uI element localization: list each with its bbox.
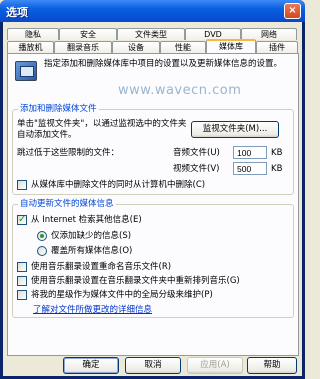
close-button[interactable]: ×	[284, 3, 301, 19]
apply-button[interactable]: 应用(A)	[187, 357, 243, 374]
add-remove-group-title: 添加和删除媒体文件	[18, 104, 99, 115]
monitor-folders-text: 单击"监视文件夹"，以通过监视选中的文件夹自动添加文件。	[17, 119, 187, 140]
retrieve-internet-checkbox[interactable]	[17, 214, 27, 225]
overwrite-all-label[interactable]: 覆盖所有媒体信息(O)	[51, 246, 132, 256]
dialog-title: 选项	[6, 6, 28, 19]
rearrange-music-label[interactable]: 使用音乐翻录设置在音乐翻录文件夹中重新排列音乐(G)	[31, 276, 240, 286]
audio-unit: KB	[271, 148, 283, 158]
video-files-label: 视频文件(V)	[173, 164, 220, 174]
options-dialog: 选项 × 隐私 安全 文件类型 DVD 网络 播放机 翻录音乐 设备 性能 媒体…	[0, 0, 305, 379]
rename-files-label[interactable]: 使用音乐翻录设置重命名音乐文件(R)	[31, 262, 171, 272]
watermark-text: www.wavecn.com	[118, 83, 242, 98]
tab-security[interactable]: 安全	[59, 28, 117, 40]
video-size-input[interactable]	[233, 162, 267, 175]
monitor-folders-button[interactable]: 监视文件夹(M)...	[191, 121, 279, 138]
tab-file-types[interactable]: 文件类型	[117, 28, 185, 40]
tab-privacy[interactable]: 隐私	[7, 28, 59, 40]
tab-library[interactable]: 媒体库	[206, 39, 256, 53]
title-bar[interactable]: 选项 ×	[0, 0, 305, 22]
audio-size-input[interactable]	[233, 146, 267, 159]
tab-devices[interactable]: 设备	[112, 41, 160, 53]
delete-from-computer-checkbox[interactable]	[17, 180, 27, 190]
retrieve-internet-label[interactable]: 从 Internet 检索其他信息(E)	[31, 215, 142, 225]
tab-performance[interactable]: 性能	[160, 41, 206, 53]
overwrite-all-radio[interactable]	[37, 246, 47, 256]
tab-plugins[interactable]: 插件	[256, 41, 298, 53]
auto-update-group-title: 自动更新文件的媒体信息	[18, 199, 116, 210]
tab-rip-music[interactable]: 翻录音乐	[54, 41, 112, 53]
library-tab-panel: 指定添加和删除媒体库中项目的设置以及更新媒体信息的设置。 www.wavecn.…	[7, 53, 299, 356]
rename-files-checkbox[interactable]	[17, 262, 27, 272]
tab-player[interactable]: 播放机	[7, 41, 54, 53]
file-changes-details-link[interactable]: 了解对文件所做更改的详细信息	[33, 305, 152, 315]
delete-from-computer-label[interactable]: 从媒体库中删除文件的同时从计算机中删除(C)	[31, 180, 205, 190]
auto-update-group: 自动更新文件的媒体信息 从 Internet 检索其他信息(E) 仅添加缺少的信…	[12, 199, 294, 318]
media-library-icon	[15, 61, 37, 81]
panel-description: 指定添加和删除媒体库中项目的设置以及更新媒体信息的设置。	[44, 59, 283, 69]
skip-files-label: 跳过低于这些限制的文件：	[17, 148, 120, 158]
audio-files-label: 音频文件(U)	[173, 148, 220, 158]
maintain-rating-checkbox[interactable]	[17, 290, 27, 300]
dialog-client-area: 隐私 安全 文件类型 DVD 网络 播放机 翻录音乐 设备 性能 媒体库 插件 …	[3, 22, 302, 376]
rearrange-music-checkbox[interactable]	[17, 276, 27, 286]
add-missing-radio[interactable]	[37, 231, 47, 241]
help-button[interactable]: 帮助	[247, 357, 297, 374]
cancel-button[interactable]: 取消	[125, 357, 181, 374]
add-remove-group: 添加和删除媒体文件 单击"监视文件夹"，以通过监视选中的文件夹自动添加文件。 监…	[12, 104, 294, 195]
video-unit: KB	[271, 164, 283, 174]
add-missing-label[interactable]: 仅添加缺少的信息(S)	[51, 231, 131, 241]
ok-button[interactable]: 确定	[63, 357, 119, 374]
maintain-rating-label[interactable]: 将我的星级作为媒体文件中的全局分级来维护(P)	[31, 290, 213, 300]
